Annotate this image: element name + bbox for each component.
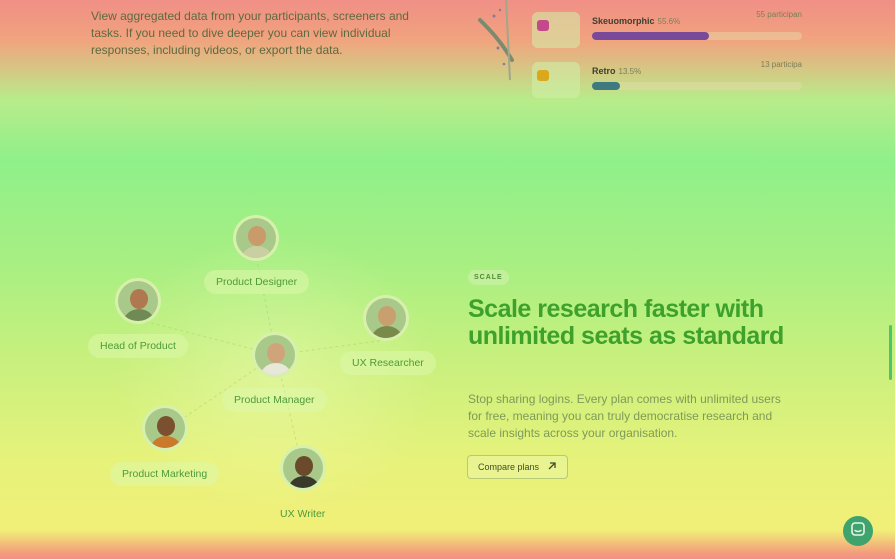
poll-results-preview: Skeuomorphic 55.6% 55 participan Retro 13.…	[470, 0, 810, 100]
avatar-ux-researcher	[363, 295, 409, 341]
section-description: Stop sharing logins. Every plan comes wi…	[468, 392, 781, 440]
poll-row-retro: Retro 13.5% 13 participa	[532, 60, 802, 98]
role-label-ux-researcher: UX Researcher	[340, 351, 436, 375]
scrollbar-thumb[interactable]	[889, 325, 892, 380]
compare-plans-label: Compare plans	[478, 462, 540, 472]
avatar-head-of-product	[115, 278, 161, 324]
role-label-product-manager: Product Manager	[222, 388, 327, 412]
poll-bar-track	[592, 32, 802, 40]
poll-option-percent: 55.6%	[657, 17, 681, 26]
role-label-product-marketing: Product Marketing	[110, 462, 220, 486]
poll-bar-fill	[592, 32, 709, 40]
chat-launcher-button[interactable]	[843, 516, 873, 546]
role-label-ux-writer: UX Writer	[280, 508, 326, 520]
poll-thumb	[532, 62, 580, 98]
section-tag: SCALE	[468, 270, 509, 285]
compare-plans-button[interactable]: Compare plans	[467, 455, 569, 479]
poll-bar-track	[592, 82, 802, 90]
role-label-product-designer: Product Designer	[204, 270, 310, 294]
avatar-product-manager	[252, 332, 298, 378]
image-icon	[537, 20, 549, 31]
poll-row-skeuomorphic: Skeuomorphic 55.6% 55 participan	[532, 10, 802, 48]
image-icon	[537, 70, 549, 81]
avatar-ux-writer	[280, 445, 326, 491]
chat-icon	[850, 521, 866, 542]
poll-option-label: Retro	[592, 66, 616, 76]
role-label-head-of-product: Head of Product	[88, 334, 188, 358]
arrow-up-right-icon	[547, 461, 557, 474]
section-heading: Scale research faster with unlimited sea…	[468, 295, 784, 350]
poll-option-label: Skeuomorphic	[592, 16, 655, 26]
poll-option-percent: 13.5%	[618, 67, 642, 76]
poll-option-count: 13 participa	[760, 60, 802, 69]
team-roles-graph: Product Designer Head of Product UX Rese…	[70, 200, 450, 540]
avatar-product-marketing	[142, 405, 188, 451]
poll-option-count: 55 participan	[756, 10, 802, 19]
poll-thumb	[532, 12, 580, 48]
intro-text: View aggregated data from your participa…	[91, 9, 409, 57]
avatar-product-designer	[233, 215, 279, 261]
poll-bar-fill	[592, 82, 621, 90]
decorative-sparkle	[478, 0, 514, 81]
